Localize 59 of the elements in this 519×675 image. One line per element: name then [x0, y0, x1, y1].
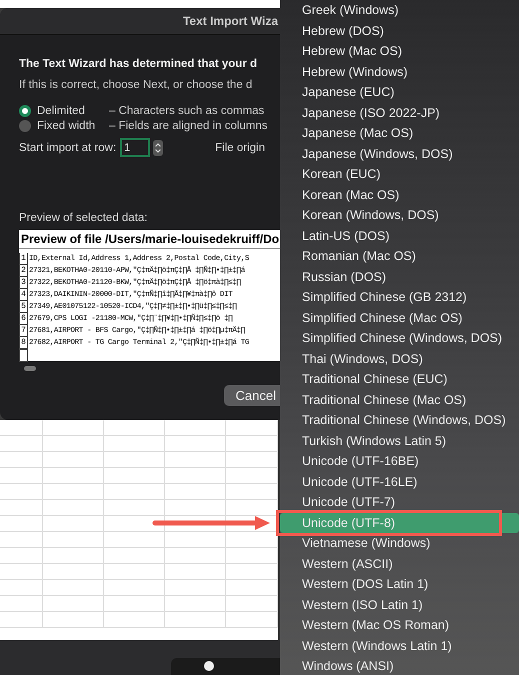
- menu-item[interactable]: Simplified Chinese (GB 2312): [280, 287, 519, 308]
- menu-item[interactable]: Unicode (UTF-16LE): [280, 472, 519, 492]
- option-label[interactable]: Fixed width: [37, 120, 109, 132]
- menu-item[interactable]: Japanese (EUC): [280, 82, 519, 102]
- option-label[interactable]: Delimited: [37, 105, 109, 117]
- menu-item[interactable]: Korean (Mac OS): [280, 184, 519, 205]
- menu-item[interactable]: Russian (DOS): [280, 266, 519, 287]
- heading-text: The Text Wizard has determined that your d: [19, 58, 258, 70]
- menu-item[interactable]: Western (ISO Latin 1): [280, 594, 519, 615]
- menu-item[interactable]: Korean (Windows, DOS): [280, 205, 519, 226]
- menu-item[interactable]: Turkish (Windows Latin 5): [280, 430, 519, 451]
- menu-item[interactable]: Traditional Chinese (EUC): [280, 369, 519, 390]
- menu-item[interactable]: Greek (Windows): [280, 0, 519, 20]
- field-label: File origin: [215, 142, 265, 154]
- menu-item[interactable]: Japanese (Windows, DOS): [280, 144, 519, 164]
- menu-item[interactable]: Thai (Windows, DOS): [280, 348, 519, 369]
- menu-item[interactable]: Japanese (ISO 2022-JP): [280, 102, 519, 123]
- menu-item[interactable]: Traditional Chinese (Windows, DOS): [280, 410, 519, 430]
- zoom-slider[interactable]: [171, 658, 280, 675]
- menu-item[interactable]: Romanian (Mac OS): [280, 246, 519, 266]
- row-number: [19, 348, 28, 362]
- menu-item[interactable]: Western (Mac OS Roman): [280, 615, 519, 636]
- menu-item[interactable]: Western (DOS Latin 1): [280, 574, 519, 594]
- row-number: 2: [19, 265, 28, 277]
- menu-item[interactable]: Hebrew (DOS): [280, 20, 519, 41]
- menu-item[interactable]: Hebrew (Windows): [280, 62, 519, 82]
- window-title: Text Import Wiza: [182, 14, 280, 28]
- row-number: 3: [19, 277, 28, 289]
- menu-item[interactable]: Traditional Chinese (Mac OS): [280, 390, 519, 410]
- menu-item[interactable]: Unicode (UTF-7): [280, 492, 519, 512]
- radio-button[interactable]: [19, 105, 31, 117]
- menu-item[interactable]: Latin-US (DOS): [280, 226, 519, 246]
- menu-item[interactable]: Western (Windows Latin 1): [280, 636, 519, 656]
- row-number: 6: [19, 313, 28, 325]
- radio-button[interactable]: [19, 120, 31, 132]
- menu-item[interactable]: Simplified Chinese (Windows, DOS): [280, 328, 519, 348]
- row-number: 5: [19, 301, 28, 313]
- field-label: Start import at row:: [19, 142, 116, 154]
- option-description: – Characters such as commas: [109, 105, 264, 117]
- menu-item[interactable]: Windows (ANSI): [280, 656, 519, 675]
- option-description: – Fields are aligned in columns: [109, 120, 268, 132]
- menu-item[interactable]: Vietnamese (Windows): [280, 533, 519, 554]
- menu-item[interactable]: Western (ASCII): [280, 554, 519, 574]
- menu-item[interactable]: Korean (EUC): [280, 164, 519, 184]
- menu-item[interactable]: Hebrew (Mac OS): [280, 41, 519, 62]
- scrollbar-thumb[interactable]: [24, 366, 36, 371]
- menu-item[interactable]: Japanese (Mac OS): [280, 123, 519, 144]
- menu-item[interactable]: Simplified Chinese (Mac OS): [280, 308, 519, 328]
- stepper-icon[interactable]: [153, 140, 164, 156]
- preview-title: Preview of file /Users/marie-louisedekruiff/Do: [19, 230, 280, 249]
- menu-item[interactable]: Unicode (UTF-16BE): [280, 451, 519, 472]
- row-number: 7: [19, 325, 28, 337]
- row-number-field[interactable]: 1: [120, 138, 150, 157]
- instruction-text: If this is correct, choose Next, or choose the d: [19, 79, 254, 91]
- row-number: 8: [19, 337, 28, 349]
- row-number: 4: [19, 289, 28, 301]
- section-label: Preview of selected data:: [19, 212, 148, 224]
- row-number: 1: [19, 253, 28, 265]
- cancel-button[interactable]: Cancel: [224, 385, 280, 406]
